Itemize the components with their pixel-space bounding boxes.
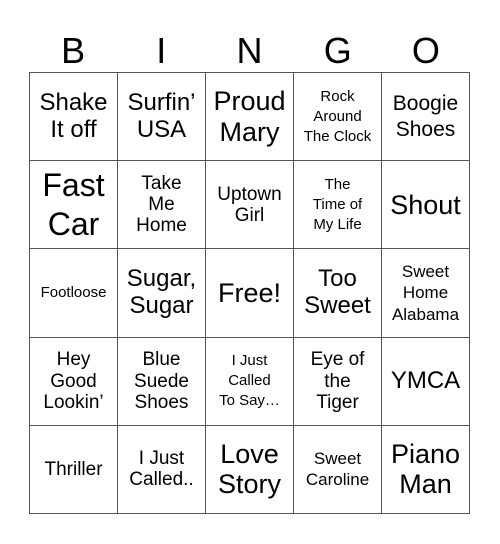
bingo-cell[interactable]: Footloose [30,249,118,338]
bingo-cell[interactable]: Rock Around The Clock [294,73,382,162]
bingo-cell[interactable]: Hey Good Lookin’ [30,337,118,426]
bingo-cell[interactable]: Boogie Shoes [382,73,470,162]
bingo-cell[interactable]: Shake It off [30,73,118,162]
bingo-header: B I N G O [29,30,470,72]
header-letter-b: B [61,30,86,71]
bingo-cell[interactable]: Too Sweet [294,249,382,338]
bingo-cell[interactable]: YMCA [382,337,470,426]
bingo-cell[interactable]: I Just Called.. [118,425,206,514]
bingo-cell[interactable]: Uptown Girl [206,161,294,250]
bingo-cell[interactable]: Sweet Caroline [294,425,382,514]
bingo-cell[interactable]: Proud Mary [206,73,294,162]
bingo-cell[interactable]: Shout [382,161,470,250]
bingo-grid: Shake It off Surfin’ USA Proud Mary Rock… [29,72,470,514]
bingo-cell[interactable]: Sugar, Sugar [118,249,206,338]
bingo-cell[interactable]: Take Me Home [118,161,206,250]
bingo-cell[interactable]: Surfin’ USA [118,73,206,162]
header-letter-g: G [323,30,352,71]
bingo-cell[interactable]: I Just Called To Say… [206,337,294,426]
bingo-cell[interactable]: Eye of the Tiger [294,337,382,426]
free-space[interactable]: Free! [206,249,294,338]
bingo-cell[interactable]: Thriller [30,425,118,514]
header-letter-i: I [156,30,167,71]
bingo-cell[interactable]: Piano Man [382,425,470,514]
bingo-cell[interactable]: Love Story [206,425,294,514]
bingo-cell[interactable]: Fast Car [30,161,118,250]
bingo-cell[interactable]: Sweet Home Alabama [382,249,470,338]
header-letter-o: O [411,30,440,71]
bingo-cell[interactable]: The Time of My Life [294,161,382,250]
header-letter-n: N [236,30,263,71]
bingo-cell[interactable]: Blue Suede Shoes [118,337,206,426]
